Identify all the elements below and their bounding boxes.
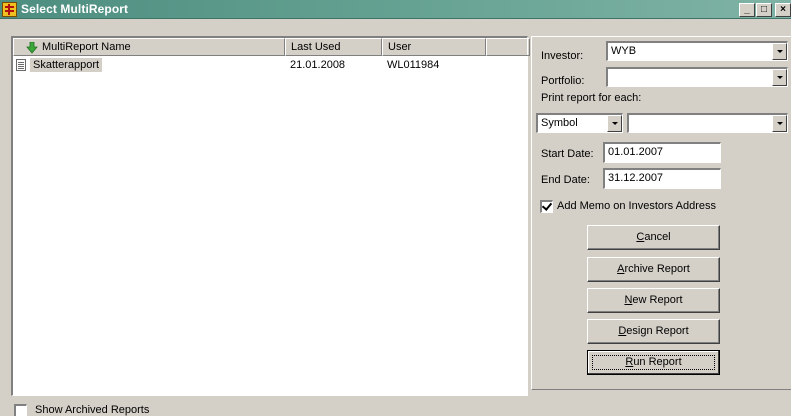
cancel-button[interactable]: Cancel	[587, 225, 720, 250]
new-report-button[interactable]: New Report	[587, 288, 720, 313]
investor-value: WYB	[611, 45, 637, 57]
new-label: ew Report	[632, 294, 683, 306]
column-header-user[interactable]: User	[382, 38, 486, 56]
add-memo-checkbox[interactable]	[540, 200, 553, 213]
options-panel: Investor: WYB Portfolio: Print report fo…	[531, 36, 791, 390]
portfolio-label: Portfolio:	[541, 75, 585, 87]
start-date-label: Start Date:	[541, 148, 594, 160]
portfolio-select[interactable]	[606, 67, 788, 87]
maximize-button[interactable]: □	[756, 3, 772, 17]
report-name: Skatterapport	[30, 58, 103, 72]
archive-label: rchive Report	[624, 263, 690, 275]
report-last-used: 21.01.2008	[290, 59, 346, 71]
list-header: MultiReport Name Last Used User	[13, 38, 530, 56]
chevron-down-icon[interactable]	[607, 115, 622, 132]
report-user: WL011984	[387, 59, 440, 71]
document-icon	[16, 59, 26, 71]
multireport-list[interactable]: MultiReport Name Last Used User Skattera…	[11, 36, 530, 396]
run-report-button[interactable]: Run Report	[587, 350, 720, 375]
window-title: Select MultiReport	[21, 2, 129, 16]
chevron-down-icon[interactable]	[772, 69, 787, 86]
end-date-label: End Date:	[541, 174, 590, 186]
close-button[interactable]: ×	[775, 3, 791, 17]
print-each-select[interactable]: Symbol	[536, 113, 623, 133]
design-report-button[interactable]: Design Report	[587, 319, 720, 344]
chevron-down-icon[interactable]	[772, 115, 787, 132]
column-header-last-used[interactable]: Last Used	[285, 38, 382, 56]
print-each-secondary-select[interactable]	[627, 113, 788, 133]
start-date-field[interactable]: 01.01.2007	[603, 142, 721, 163]
investor-select[interactable]: WYB	[606, 41, 788, 61]
column-header-filler	[486, 38, 530, 56]
column-label-user: User	[388, 41, 412, 53]
list-item[interactable]: Skatterapport 21.01.2008 WL011984	[13, 58, 527, 73]
design-label: esign Report	[626, 325, 689, 337]
column-label-last-used: Last Used	[291, 41, 341, 53]
focus-rect	[592, 355, 715, 370]
archive-report-button[interactable]: Archive Report	[587, 257, 720, 282]
app-icon	[2, 2, 17, 17]
chevron-down-icon[interactable]	[772, 43, 787, 60]
green-arrow-icon	[26, 42, 38, 54]
investor-label: Investor:	[541, 50, 584, 62]
minimize-button[interactable]: _	[739, 3, 755, 17]
column-header-name[interactable]: MultiReport Name	[13, 38, 285, 56]
print-each-label: Print report for each:	[541, 92, 642, 104]
print-each-value: Symbol	[541, 117, 578, 129]
column-label-name: MultiReport Name	[42, 41, 131, 53]
show-archived-label[interactable]: Show Archived Reports	[35, 404, 149, 416]
show-archived-checkbox[interactable]	[14, 404, 27, 416]
cancel-label: ancel	[644, 231, 671, 243]
select-multireport-window: Select MultiReport _ □ × MultiReport Nam…	[0, 0, 791, 416]
end-date-field[interactable]: 31.12.2007	[603, 168, 721, 189]
title-bar[interactable]: Select MultiReport _ □ ×	[0, 0, 791, 19]
add-memo-label[interactable]: Add Memo on Investors Address	[557, 200, 716, 212]
